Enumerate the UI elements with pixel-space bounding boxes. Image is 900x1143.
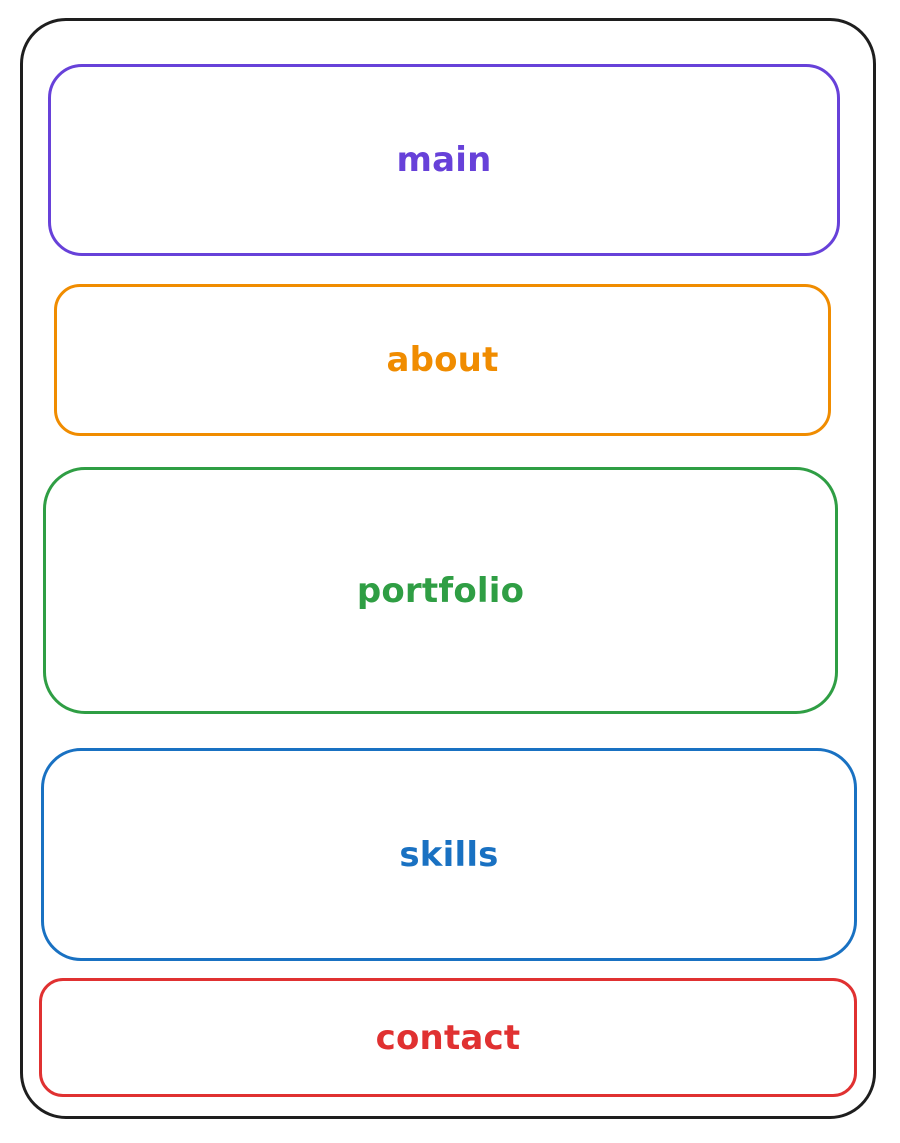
section-skills: skills: [41, 748, 857, 961]
section-contact-label: contact: [375, 1017, 521, 1058]
section-skills-label: skills: [399, 834, 499, 875]
section-about-label: about: [386, 340, 499, 380]
section-portfolio: portfolio: [43, 467, 838, 714]
section-main: main: [48, 64, 840, 256]
section-portfolio-label: portfolio: [356, 570, 525, 611]
section-about: about: [54, 284, 831, 436]
section-contact: contact: [39, 978, 857, 1097]
section-main-label: main: [396, 140, 492, 180]
